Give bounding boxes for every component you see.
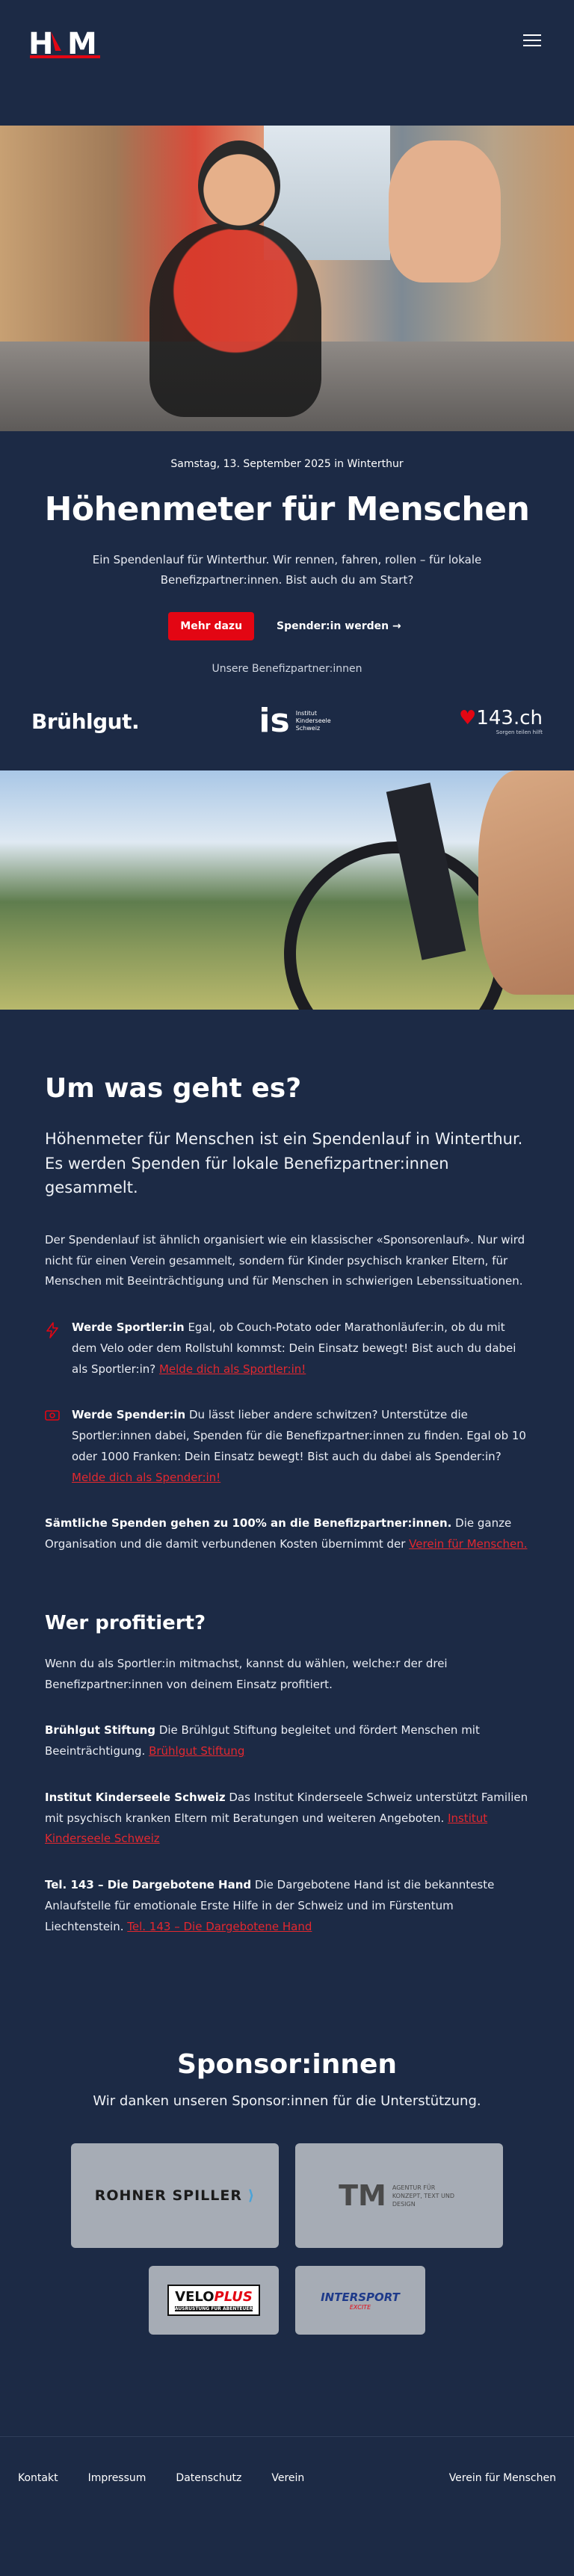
footer-link-association[interactable]: Verein für Menschen [449, 2472, 556, 2484]
association-link[interactable]: Verein für Menschen. [409, 1537, 527, 1551]
bike-image [0, 770, 574, 1010]
money-icon [45, 1409, 61, 1488]
site-header: H M [0, 0, 574, 126]
about-title: Um was geht es? [45, 1073, 302, 1105]
sponsor-tm-agency[interactable]: TM AGENTUR FÜR KONZEPT, TEXT UND DESIGN [295, 2143, 503, 2249]
event-date: Samstag, 13. September 2025 in Winterthu… [170, 458, 404, 470]
athlete-signup-link[interactable]: Melde dich als Sportler:in! [159, 1362, 306, 1376]
hfm-logo-icon: H M [28, 27, 100, 61]
beneficiary-bruehlgut: Brühlgut Stiftung Die Brühlgut Stiftung … [45, 1723, 480, 1758]
donor-signup-link[interactable]: Melde dich als Spender:in! [72, 1471, 220, 1484]
sponsor-row-1: ROHNER SPILLER ⟩ TM AGENTUR FÜR KONZEPT,… [0, 2143, 574, 2249]
site-footer: Kontakt Impressum Datenschutz Verein Ver… [0, 2436, 574, 2518]
kinderseele-mark: is [259, 702, 290, 741]
all-donations-note: Sämtliche Spenden gehen zu 100% an die B… [45, 1516, 528, 1551]
page-title: Höhenmeter für Menschen [44, 490, 530, 528]
beneficiaries-intro: Wenn du als Sportler:in mitmachst, kanns… [45, 1656, 448, 1691]
feature-donor: Werde Spender:in Du lässt lieber andere … [45, 1405, 529, 1488]
site-logo[interactable]: H M [28, 25, 102, 61]
sponsors-title: Sponsor:innen [176, 2049, 397, 2081]
hero-actions: Mehr dazu Spender:in werden → [30, 612, 544, 641]
sponsor-veloplus[interactable]: VELOPLUS AUSRÜSTUNG FÜR ABENTEUER [149, 2266, 279, 2335]
footer-link-datenschutz[interactable]: Datenschutz [176, 2472, 241, 2484]
about-lead: Höhenmeter für Menschen ist ein Spendenl… [45, 1130, 523, 1197]
footer-link-kontakt[interactable]: Kontakt [18, 2472, 58, 2484]
svg-text:M: M [67, 27, 97, 60]
about-paragraph: Der Spendenlauf ist ähnlich organisiert … [45, 1232, 525, 1288]
partners-heading: Unsere Benefizpartner:innen [212, 663, 362, 676]
sponsor-intersport[interactable]: INTERSPORT EXCITE [295, 2266, 425, 2335]
hero-image [0, 126, 574, 431]
dargebotene-link[interactable]: Tel. 143 – Die Dargebotene Hand [127, 1920, 312, 1933]
sponsors-section: Sponsor:innen Wir danken unseren Sponsor… [0, 1937, 574, 2335]
hamburger-icon [523, 34, 541, 36]
footer-link-verein[interactable]: Verein [271, 2472, 304, 2484]
partner-logos: Brühlgut. is Institut Kinderseele Schwei… [0, 675, 574, 750]
footer-link-impressum[interactable]: Impressum [88, 2472, 146, 2484]
partner-logo-bruehlgut[interactable]: Brühlgut. [31, 709, 140, 734]
more-info-button[interactable]: Mehr dazu [168, 612, 255, 641]
svg-text:H: H [28, 27, 53, 60]
sponsor-rohner-spiller[interactable]: ROHNER SPILLER ⟩ [71, 2143, 279, 2249]
kinderseele-text: Institut Kinderseele Schweiz [295, 709, 331, 732]
dargebotene-sub: Sorgen teilen hilft [496, 729, 543, 736]
beneficiaries-title: Wer profitiert? [45, 1611, 206, 1634]
partner-logo-143[interactable]: ♥143.ch Sorgen teilen hilft [459, 707, 543, 735]
heart-143-logo: ♥143.ch [459, 707, 543, 730]
become-donor-link[interactable]: Spender:in werden → [272, 612, 406, 640]
beneficiary-143: Tel. 143 – Die Dargebotene Hand Die Darg… [45, 1878, 495, 1933]
about-section: Um was geht es? Höhenmeter für Menschen … [0, 1010, 574, 1937]
hero-intro: Samstag, 13. September 2025 in Winterthu… [0, 431, 574, 675]
lightning-icon [45, 1322, 61, 1380]
bruehlgut-link[interactable]: Brühlgut Stiftung [149, 1744, 244, 1758]
sponsor-row-2: VELOPLUS AUSRÜSTUNG FÜR ABENTEUER INTERS… [0, 2266, 574, 2335]
beneficiary-kinderseele: Institut Kinderseele Schweiz Das Institu… [45, 1790, 528, 1846]
feature-athlete: Werde Sportler:in Egal, ob Couch-Potato … [45, 1318, 529, 1380]
sponsors-thanks: Wir danken unseren Sponsor:innen für die… [93, 2093, 481, 2110]
partner-logo-kinderseele[interactable]: is Institut Kinderseele Schweiz [259, 705, 339, 738]
hero-lead: Ein Spendenlauf für Winterthur. Wir renn… [92, 552, 482, 587]
hamburger-menu-button[interactable] [523, 34, 541, 48]
